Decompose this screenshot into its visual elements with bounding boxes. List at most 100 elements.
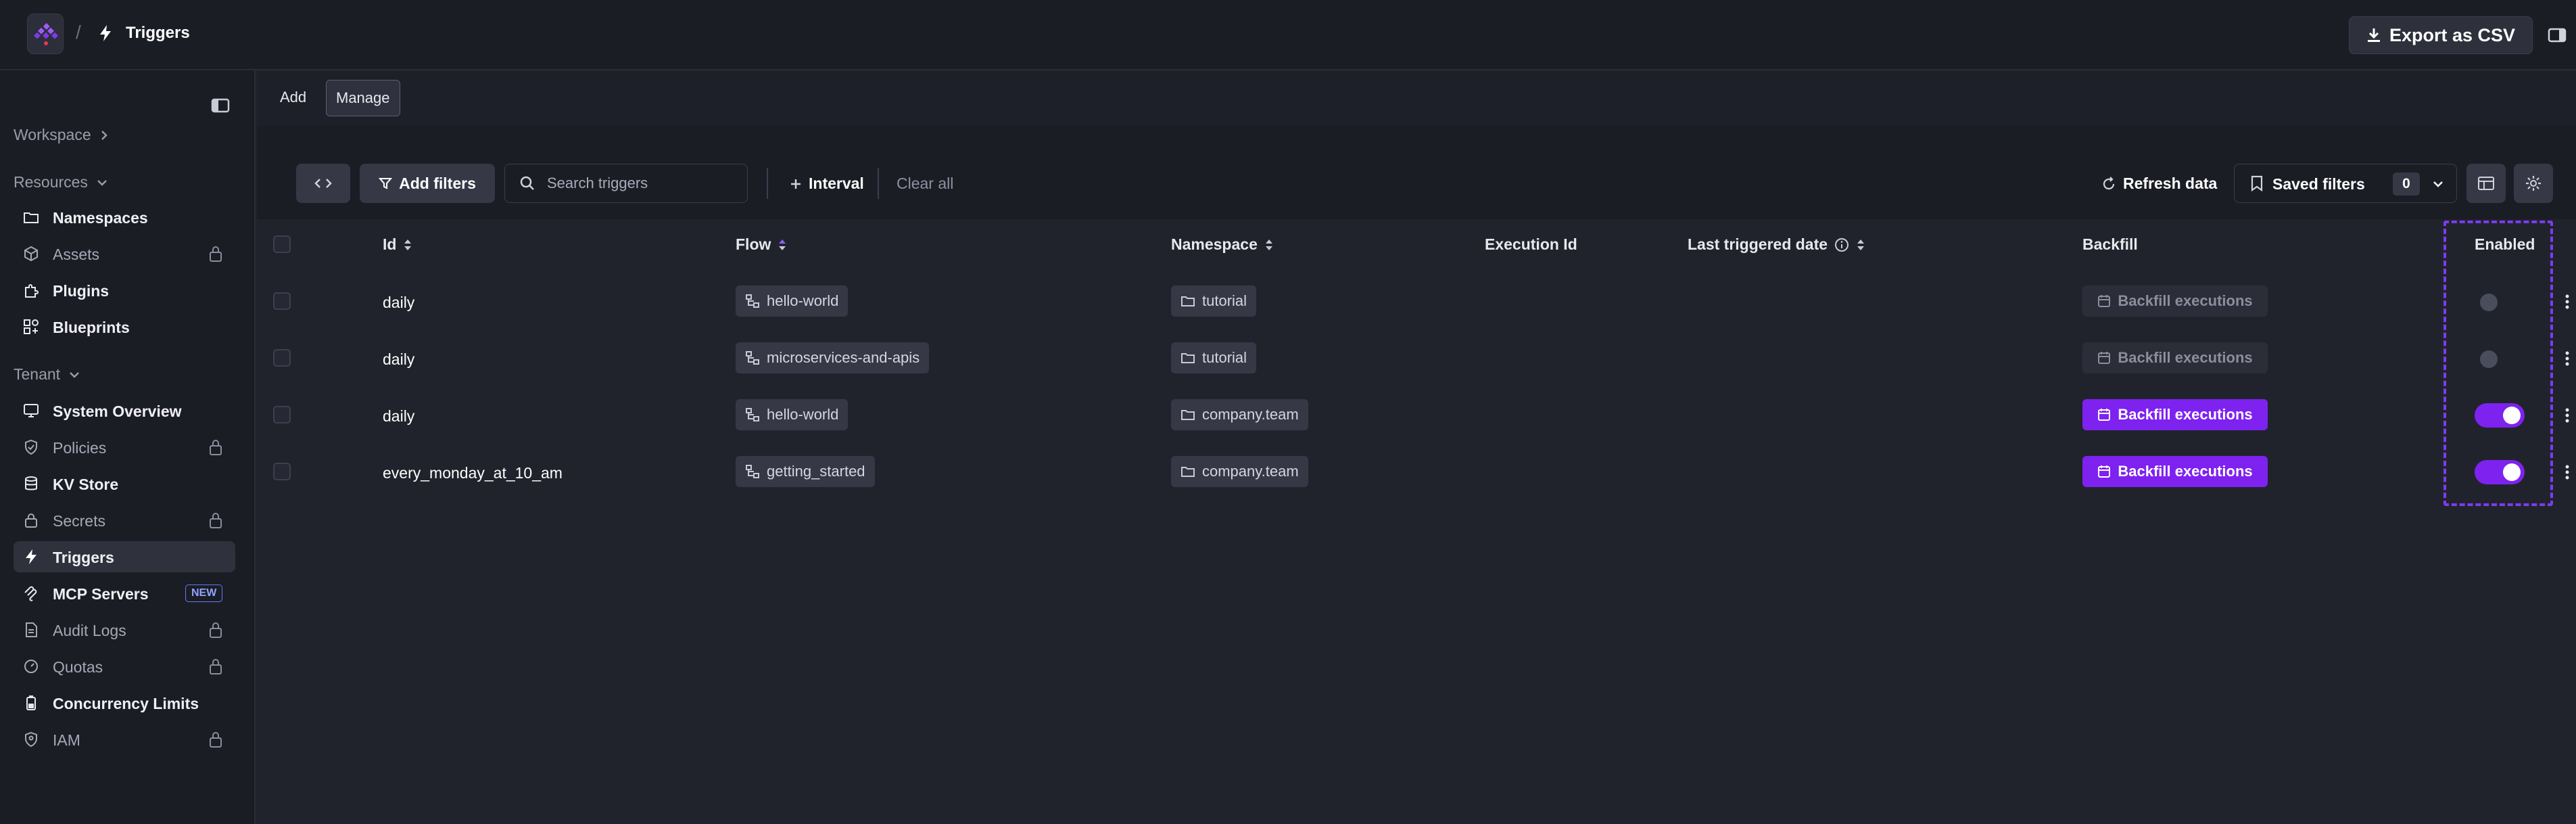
resources-section[interactable]: Resources — [14, 173, 108, 191]
row-menu-icon[interactable] — [2565, 350, 2569, 367]
chevron-right-icon — [101, 130, 108, 140]
row-menu-icon[interactable] — [2565, 464, 2569, 480]
sidebar-item-kv-store[interactable]: KV Store — [14, 468, 235, 499]
panel-toggle-icon[interactable] — [2548, 27, 2567, 43]
flow-name: hello-world — [767, 292, 839, 309]
folder-icon — [1181, 353, 1195, 363]
workspace-section[interactable]: Workspace — [14, 126, 109, 144]
column-label: Execution Id — [1485, 235, 1577, 253]
export-csv-button[interactable]: Export as CSV — [2349, 16, 2533, 54]
tab-manage[interactable]: Manage — [326, 80, 400, 116]
sidebar-item-secrets[interactable]: Secrets — [14, 505, 235, 536]
namespace-link[interactable]: company.team — [1171, 456, 1308, 487]
namespace-link[interactable]: tutorial — [1171, 285, 1257, 317]
tenant-label: Tenant — [14, 365, 61, 383]
table-view-button[interactable] — [2466, 164, 2506, 203]
search-placeholder: Search triggers — [547, 175, 648, 191]
row-menu-icon[interactable] — [2565, 407, 2569, 424]
sidebar-item-blueprints[interactable]: Blueprints — [14, 311, 235, 342]
select-all-checkbox[interactable] — [273, 235, 291, 253]
row-checkbox[interactable] — [273, 349, 291, 367]
monitor-icon — [23, 403, 39, 419]
flow-name: getting_started — [767, 463, 865, 480]
chevron-down-icon — [97, 179, 107, 186]
folder-icon — [1181, 296, 1195, 306]
flow-link[interactable]: getting_started — [736, 456, 875, 487]
backfill-button[interactable]: Backfill executions — [2082, 399, 2268, 430]
clear-all-button[interactable]: Clear all — [897, 175, 953, 193]
backfill-button[interactable]: Backfill executions — [2082, 285, 2268, 317]
triggers-table: Id Flow Namespace Execution Id Last trig… — [257, 219, 2576, 824]
sidebar-item-mcp-servers[interactable]: MCP Servers NEW — [14, 578, 235, 609]
shield-icon — [23, 439, 39, 455]
tab-add[interactable]: Add — [270, 80, 316, 116]
enabled-toggle[interactable] — [2475, 460, 2525, 484]
refresh-data-button[interactable]: Refresh data — [2101, 175, 2217, 193]
row-checkbox[interactable] — [273, 463, 291, 480]
flow-link[interactable]: hello-world — [736, 399, 849, 430]
sidebar-item-audit-logs[interactable]: Audit Logs — [14, 614, 235, 645]
gear-icon — [2526, 176, 2541, 191]
sidebar-collapse-icon[interactable] — [211, 97, 230, 114]
breadcrumb-separator: / — [76, 22, 81, 43]
row-menu-icon[interactable] — [2565, 294, 2569, 310]
backfill-label: Backfill executions — [2118, 406, 2253, 423]
flow-link[interactable]: hello-world — [736, 285, 849, 317]
calendar-icon — [2098, 465, 2111, 478]
sidebar-item-plugins[interactable]: Plugins — [14, 275, 235, 306]
download-icon — [2367, 28, 2380, 42]
namespace-link[interactable]: tutorial — [1171, 342, 1257, 373]
column-header-last-triggered[interactable]: Last triggered date — [1688, 235, 1865, 254]
column-header-id[interactable]: Id — [383, 235, 412, 254]
sidebar-item-quotas[interactable]: Quotas — [14, 651, 235, 682]
chevron-down-icon[interactable] — [2432, 179, 2444, 189]
flow-name: hello-world — [767, 406, 839, 423]
interval-button[interactable]: Interval — [790, 175, 864, 193]
flow-link[interactable]: microservices-and-apis — [736, 342, 930, 373]
sidebar-item-assets[interactable]: Assets — [14, 238, 235, 269]
flow-icon — [746, 294, 759, 308]
flow-icon — [746, 351, 759, 365]
lock-icon — [208, 438, 223, 456]
namespace-link[interactable]: company.team — [1171, 399, 1308, 430]
bolt-icon — [99, 24, 112, 42]
refresh-label: Refresh data — [2123, 175, 2218, 192]
row-checkbox[interactable] — [273, 406, 291, 424]
settings-button[interactable] — [2514, 164, 2553, 203]
tenant-section[interactable]: Tenant — [14, 365, 80, 384]
code-view-button[interactable] — [296, 164, 350, 203]
sidebar-item-label: System Overview — [53, 403, 182, 420]
table-row: daily microservices-and-apis tutorial Ba… — [257, 330, 2576, 387]
lock-icon — [208, 511, 223, 529]
info-icon[interactable] — [1834, 237, 1849, 252]
sidebar-item-iam[interactable]: IAM — [14, 724, 235, 755]
backfill-button[interactable]: Backfill executions — [2082, 342, 2268, 373]
column-header-execution-id: Execution Id — [1485, 235, 1577, 254]
battery-icon — [23, 695, 39, 711]
column-header-flow[interactable]: Flow — [736, 235, 787, 254]
enabled-toggle[interactable] — [2475, 403, 2525, 428]
sidebar-item-label: Plugins — [53, 282, 110, 300]
sidebar-item-policies[interactable]: Policies — [14, 432, 235, 463]
trigger-id: daily — [383, 294, 415, 311]
table-row: every_monday_at_10_am getting_started co… — [257, 444, 2576, 501]
enabled-toggle[interactable] — [2480, 350, 2498, 368]
app-logo[interactable] — [27, 14, 64, 54]
add-filters-button[interactable]: Add filters — [360, 164, 495, 203]
sidebar-item-triggers[interactable]: Triggers — [14, 541, 235, 572]
saved-filters-dropdown[interactable]: Saved filters 0 — [2234, 164, 2457, 203]
sidebar-item-namespaces[interactable]: Namespaces — [14, 202, 235, 233]
sidebar-item-label: MCP Servers — [53, 585, 149, 603]
sidebar-item-system-overview[interactable]: System Overview — [14, 395, 235, 426]
row-checkbox[interactable] — [273, 292, 291, 310]
enabled-toggle[interactable] — [2480, 294, 2498, 311]
column-label: Namespace — [1171, 235, 1258, 253]
sidebar-item-concurrency-limits[interactable]: Concurrency Limits — [14, 687, 235, 718]
folder-icon — [1181, 467, 1195, 477]
search-input[interactable]: Search triggers — [504, 164, 748, 203]
column-header-namespace[interactable]: Namespace — [1171, 235, 1274, 254]
backfill-button[interactable]: Backfill executions — [2082, 456, 2268, 487]
flow-name: microservices-and-apis — [767, 349, 920, 366]
code-icon — [314, 179, 332, 188]
column-label: Enabled — [2475, 235, 2535, 253]
